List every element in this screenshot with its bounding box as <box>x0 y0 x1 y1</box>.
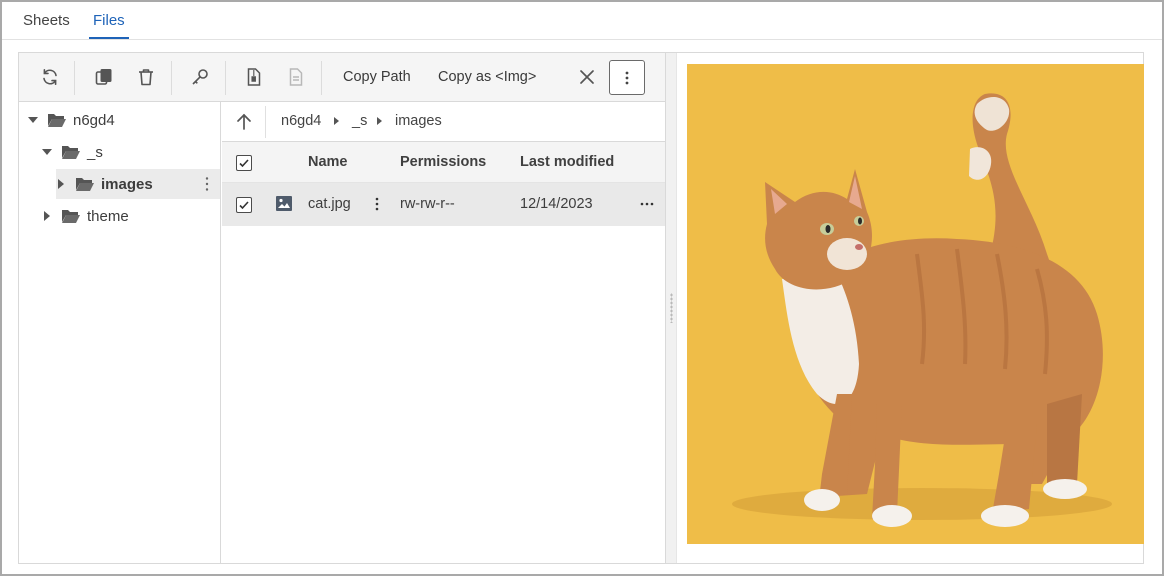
image-preview <box>687 64 1144 544</box>
arrow-up-icon[interactable] <box>234 112 254 132</box>
refresh-icon[interactable] <box>39 66 61 88</box>
open-folder-icon <box>76 178 94 191</box>
caret-down-icon[interactable] <box>28 115 38 125</box>
file-manager-panel: Copy Path Copy as <Img> n6gd4 _s images … <box>18 52 1144 564</box>
file-list: Name Permissions Last modified cat.jpg r… <box>222 142 665 563</box>
tab-bar: Sheets Files <box>2 2 1162 40</box>
tree-item-s[interactable]: _s <box>42 137 218 167</box>
close-icon[interactable] <box>576 66 598 88</box>
breadcrumb: n6gd4 _s images <box>222 102 665 142</box>
panel-resize-handle[interactable] <box>665 53 677 563</box>
vertical-ellipsis-icon[interactable] <box>375 197 379 211</box>
breadcrumb-divider <box>265 106 266 138</box>
caret-down-icon[interactable] <box>42 147 52 157</box>
caret-right-icon <box>377 117 382 125</box>
toolbar-divider <box>74 61 75 95</box>
open-folder-icon <box>48 114 66 127</box>
toolbar-divider <box>321 61 322 95</box>
duplicate-icon[interactable] <box>93 66 115 88</box>
zip-file-icon[interactable] <box>243 66 265 88</box>
trash-icon[interactable] <box>135 66 157 88</box>
toolbar: Copy Path Copy as <Img> <box>19 53 665 102</box>
column-header-name[interactable]: Name <box>308 154 348 170</box>
folder-tree: n6gd4 _s images theme <box>19 102 221 563</box>
file-list-header: Name Permissions Last modified <box>222 142 665 183</box>
tree-item-label: _s <box>87 143 103 161</box>
caret-right-icon[interactable] <box>42 211 52 221</box>
vertical-ellipsis-icon <box>625 71 629 84</box>
breadcrumb-item[interactable]: images <box>395 113 442 129</box>
column-header-last-modified[interactable]: Last modified <box>520 154 614 170</box>
caret-right-icon <box>334 117 339 125</box>
tab-sheets[interactable]: Sheets <box>23 12 70 29</box>
document-icon[interactable] <box>285 66 307 88</box>
drag-grip-icon <box>670 293 673 323</box>
cat-image <box>687 64 1144 544</box>
tree-item-label: images <box>101 175 153 193</box>
toolbar-divider <box>171 61 172 95</box>
caret-right-icon[interactable] <box>56 179 66 189</box>
file-name[interactable]: cat.jpg <box>308 196 351 212</box>
app-window: Sheets Files Copy Path Copy as <Img> n6g… <box>0 0 1164 576</box>
copy-path-button[interactable]: Copy Path <box>343 69 411 85</box>
breadcrumb-item[interactable]: _s <box>352 113 367 129</box>
tree-item-label: n6gd4 <box>73 111 115 129</box>
column-header-permissions[interactable]: Permissions <box>400 154 486 170</box>
toolbar-divider <box>225 61 226 95</box>
table-row[interactable]: cat.jpg rw-rw-r-- 12/14/2023 <box>222 183 665 226</box>
breadcrumb-item[interactable]: n6gd4 <box>281 113 321 129</box>
horizontal-ellipsis-icon[interactable] <box>640 202 654 206</box>
tree-item-label: theme <box>87 207 129 225</box>
open-folder-icon <box>62 146 80 159</box>
select-all-checkbox[interactable] <box>236 155 252 171</box>
vertical-ellipsis-icon[interactable] <box>204 176 210 192</box>
open-folder-icon <box>62 210 80 223</box>
image-file-icon <box>276 196 292 211</box>
file-permissions: rw-rw-r-- <box>400 196 455 212</box>
file-last-modified: 12/14/2023 <box>520 196 593 212</box>
key-icon[interactable] <box>189 66 211 88</box>
row-checkbox[interactable] <box>236 197 252 213</box>
more-options-button[interactable] <box>609 60 645 95</box>
tree-item-images[interactable]: images <box>56 169 220 199</box>
tab-files[interactable]: Files <box>89 12 129 39</box>
tree-item-n6gd4[interactable]: n6gd4 <box>28 105 218 135</box>
copy-as-img-button[interactable]: Copy as <Img> <box>438 69 536 85</box>
tree-item-theme[interactable]: theme <box>42 201 218 231</box>
